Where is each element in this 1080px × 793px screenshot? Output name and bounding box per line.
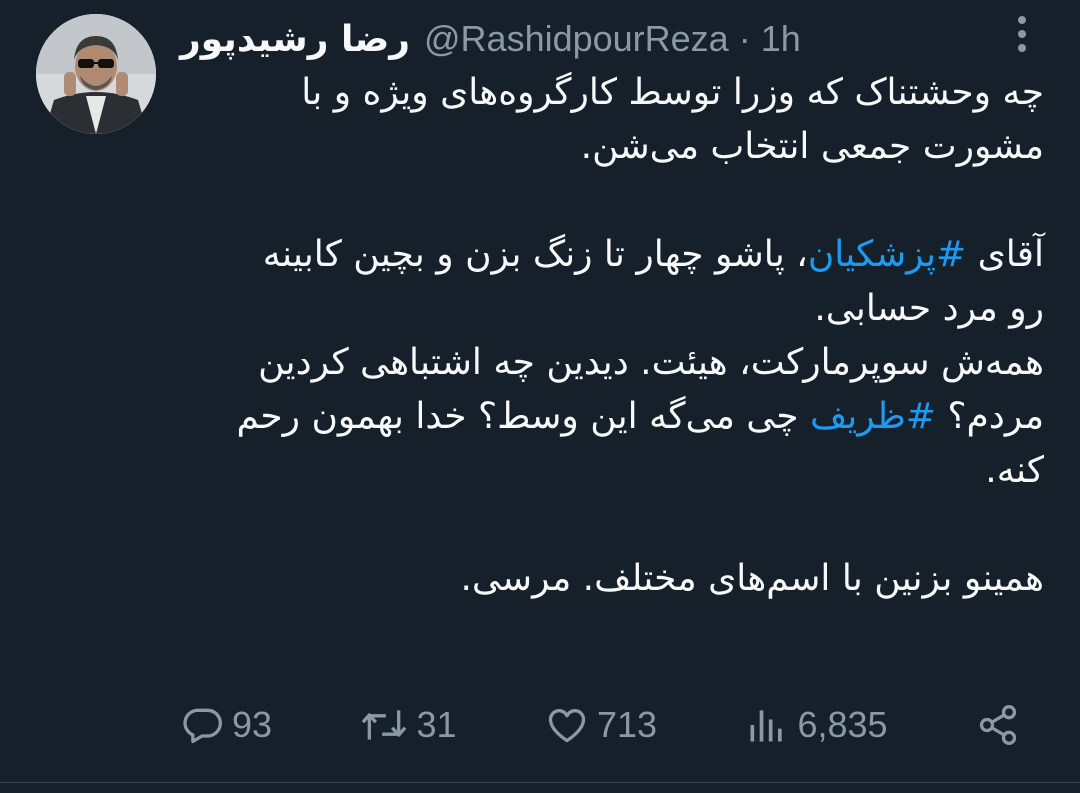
like-button[interactable]: 713 — [545, 703, 657, 747]
like-count: 713 — [596, 704, 658, 745]
tweet-actions: 93 31 713 6,835 — [180, 695, 1020, 755]
tweet-line: آقای #پزشکیان، پاشو چهار تا زنگ بزن و بچ… — [180, 228, 1044, 282]
reply-button[interactable]: 93 — [180, 703, 272, 747]
tweet-line: مردم؟ #ظریف چی می‌گه این وسط؟ خدا بهمون … — [180, 390, 1044, 444]
timestamp[interactable]: 1h — [761, 18, 801, 60]
tweet-header: رضا رشیدپور @RashidpourReza · 1h — [180, 14, 980, 64]
tweet-line: مشورت جمعی انتخاب می‌شن. — [580, 126, 1044, 167]
tweet-text-segment: چی می‌گه این وسط؟ خدا بهمون رحم — [236, 396, 810, 437]
user-handle[interactable]: @RashidpourReza — [424, 18, 729, 60]
share-button[interactable] — [976, 703, 1020, 747]
more-vertical-icon — [1018, 16, 1026, 52]
hashtag-link[interactable]: #پزشکیان — [808, 234, 966, 275]
tweet-text: چه وحشتناک که وزرا توسط کارگروه‌های ویژه… — [180, 66, 1044, 606]
retweet-count: 31 — [416, 704, 457, 745]
reply-count: 93 — [232, 704, 273, 745]
views-count: 6,835 — [797, 704, 888, 745]
display-name[interactable]: رضا رشیدپور — [180, 19, 410, 60]
tweet[interactable]: رضا رشیدپور @RashidpourReza · 1h چه وحشت… — [0, 0, 1080, 793]
separator-dot: · — [738, 18, 751, 59]
more-options-button[interactable] — [1004, 12, 1040, 56]
reply-icon — [183, 708, 222, 744]
hashtag-link[interactable]: #ظریف — [810, 396, 936, 437]
retweet-icon — [362, 710, 407, 740]
avatar[interactable] — [36, 14, 156, 134]
share-icon — [979, 705, 1017, 745]
tweet-line: کنه. — [985, 450, 1044, 491]
profile-photo — [36, 14, 156, 134]
tweet-text-segment: ، پاشو چهار تا زنگ بزن و بچین کابینه — [262, 234, 808, 275]
tweet-line: همینو بزنین با اسم‌های مختلف. مرسی. — [460, 558, 1044, 599]
views-button[interactable]: 6,835 — [745, 703, 888, 747]
views-icon — [750, 710, 783, 742]
tweet-line: چه وحشتناک که وزرا توسط کارگروه‌های ویژه… — [301, 72, 1044, 113]
divider — [0, 782, 1080, 783]
tweet-text-segment: آقای — [966, 234, 1044, 275]
tweet-line: همه‌ش سوپرمارکت، هیئت. دیدین چه اشتباهی … — [258, 342, 1044, 383]
retweet-button[interactable]: 31 — [360, 703, 457, 747]
heart-icon — [548, 709, 586, 743]
tweet-text-segment: مردم؟ — [935, 396, 1044, 437]
tweet-line: رو مرد حسابی. — [814, 288, 1044, 329]
